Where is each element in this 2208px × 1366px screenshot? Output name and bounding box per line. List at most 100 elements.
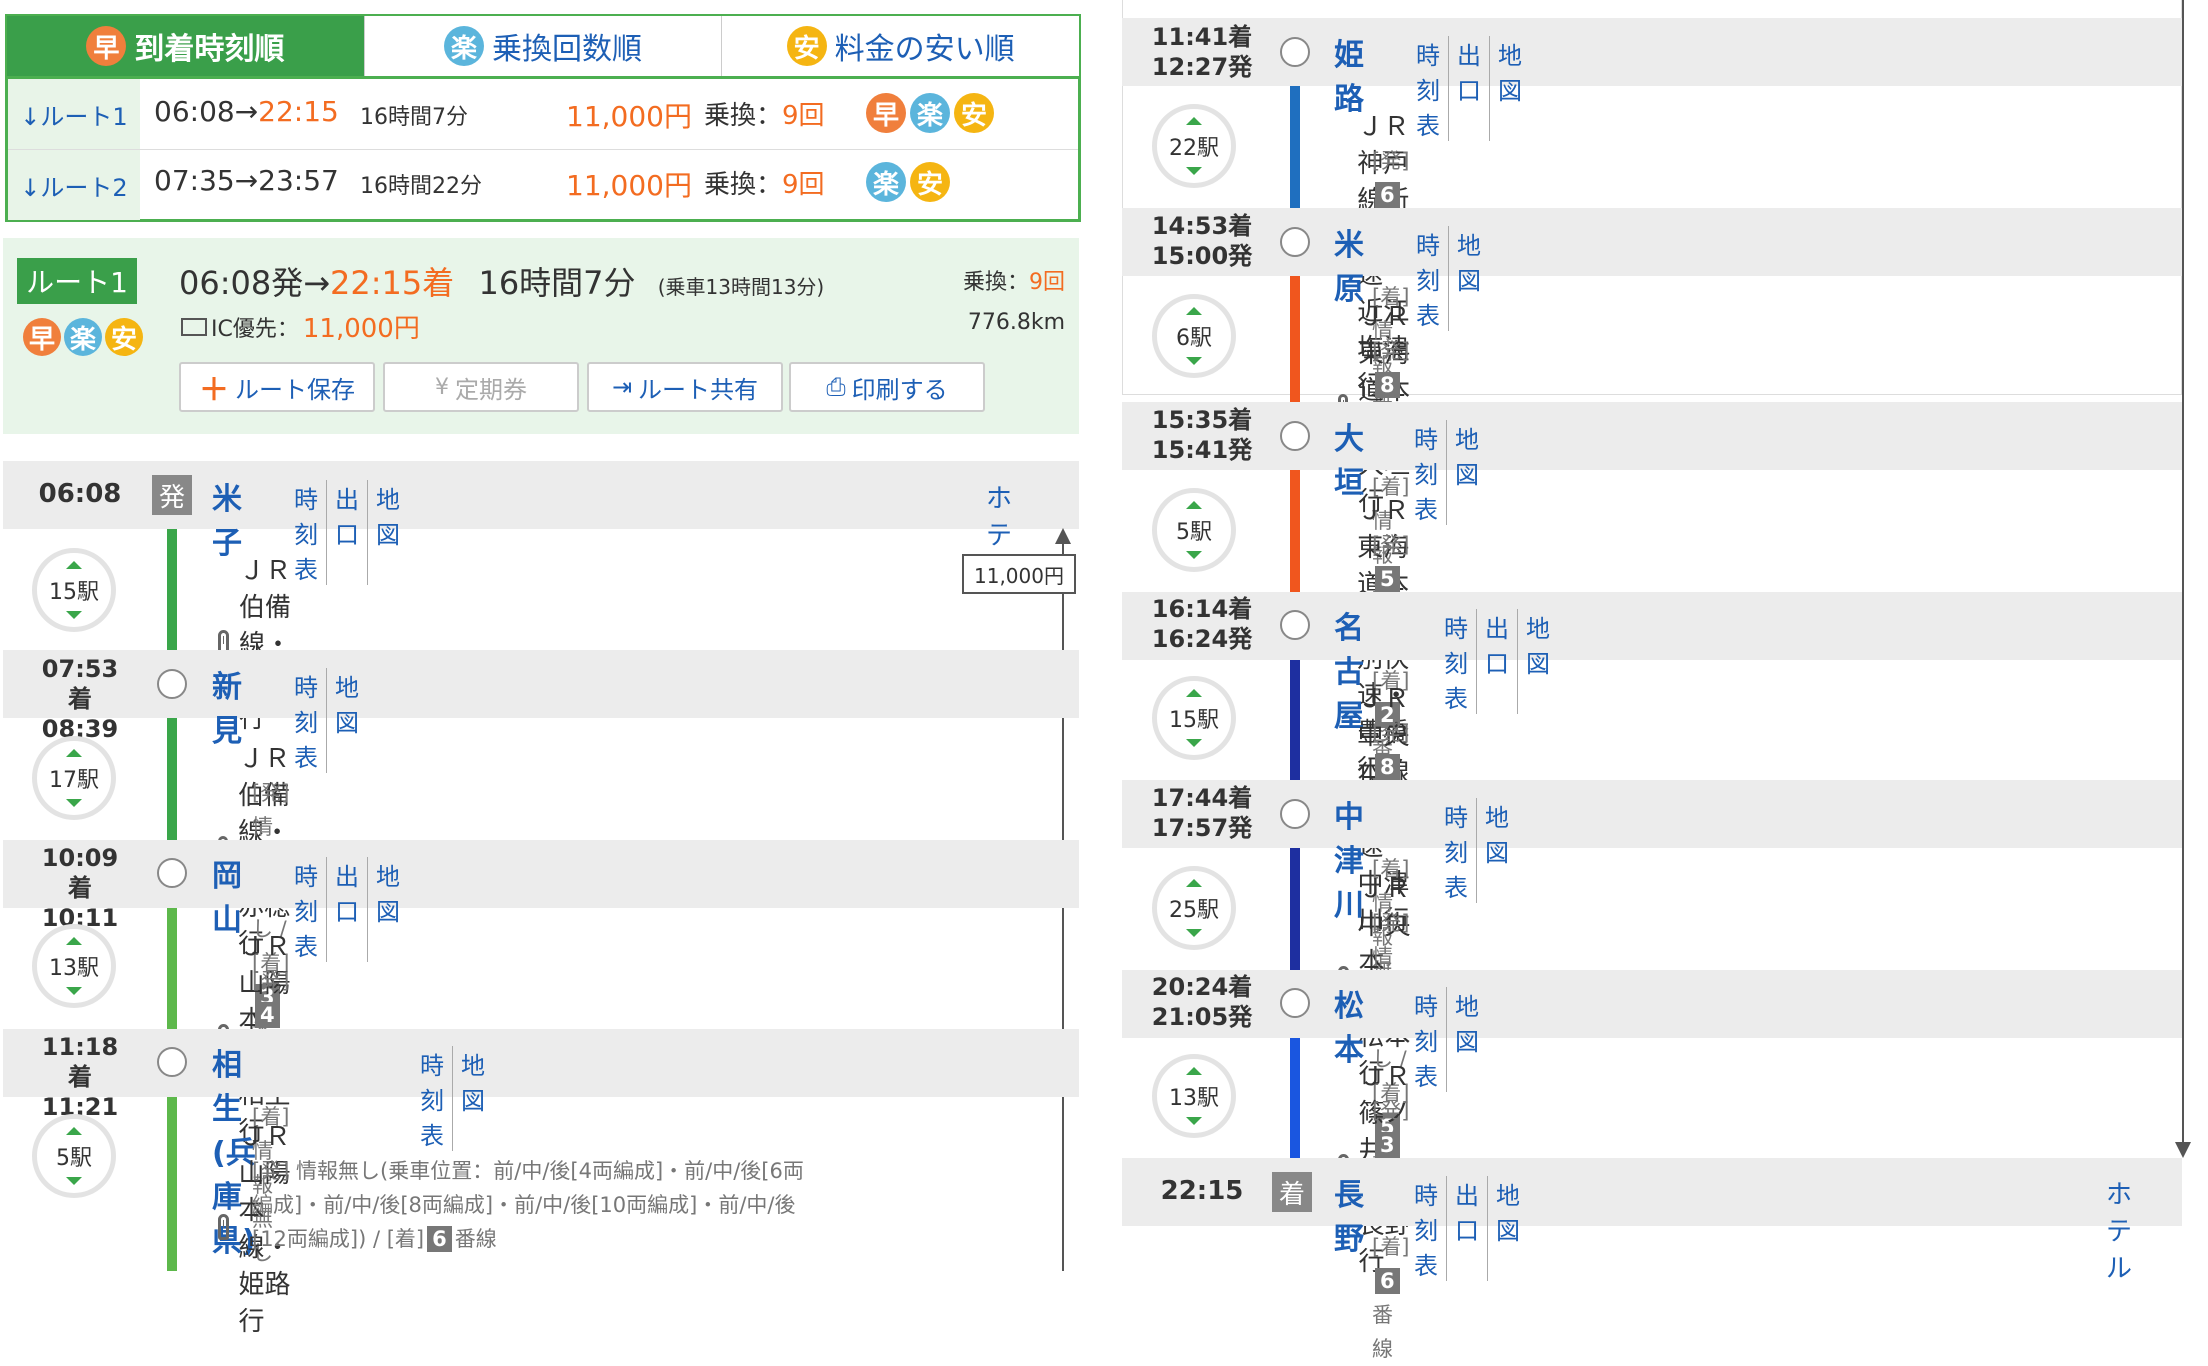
tab-arrival-order[interactable]: 早 到着時刻順 xyxy=(7,16,365,76)
platform-text: 番線 xyxy=(454,1227,497,1251)
summary-times: 06:08発→22:15着 16時間7分 (乗車13時間13分) xyxy=(179,258,824,304)
yasu-badge-icon: 安 xyxy=(786,26,827,66)
arr-time: 14:53着 xyxy=(1151,212,1253,240)
dep-time: 06:08 xyxy=(38,479,122,509)
map-link[interactable]: 地図 xyxy=(1446,420,1487,525)
timetable-link[interactable]: 時刻表 xyxy=(1414,1176,1446,1281)
station-node xyxy=(157,858,187,888)
map-link[interactable]: 地図 xyxy=(452,1046,493,1151)
summary-badges: 早 楽 安 xyxy=(23,318,143,356)
haya-badge-icon: 早 xyxy=(86,26,127,66)
station-count: 13駅 xyxy=(1152,1054,1236,1138)
tab-label: 到着時刻順 xyxy=(134,32,285,67)
timetable-link[interactable]: 時刻表 xyxy=(1444,609,1476,714)
tab-fare-order[interactable]: 安 料金の安い順 xyxy=(722,16,1080,76)
haya-badge-icon: 早 xyxy=(866,93,906,133)
station-node xyxy=(157,1047,187,1077)
station-links: 時刻表 地図 xyxy=(1414,987,1487,1092)
haya-badge-icon: 早 xyxy=(23,318,61,356)
print-button[interactable]: ⎙ 印刷する xyxy=(789,362,985,412)
distance: 776.8km xyxy=(967,310,1065,335)
raku-badge-icon: 楽 xyxy=(910,93,950,133)
hotel-link[interactable]: ホテル xyxy=(2106,1174,2132,1285)
platform-number: 4 xyxy=(255,1002,280,1028)
station-times: 14:53着 15:00発 xyxy=(1145,211,1259,271)
map-link[interactable]: 地図 xyxy=(1487,1176,1528,1281)
station-count: 6駅 xyxy=(1152,294,1236,378)
station-links: 時刻表 地図 xyxy=(1414,420,1487,525)
station-times: 17:44着 17:57発 xyxy=(1145,783,1259,843)
station-node xyxy=(157,669,187,699)
station-name[interactable]: 大垣 xyxy=(1334,414,1364,502)
route-link[interactable]: ↓ルート2 xyxy=(8,150,140,220)
platform-text: [発] xyxy=(1372,1099,1410,1123)
station-times: 11:41着 12:27発 xyxy=(1145,22,1259,82)
yasu-badge-icon: 安 xyxy=(954,93,994,133)
map-link[interactable]: 地図 xyxy=(1489,36,1530,141)
timetable-link[interactable]: 時刻表 xyxy=(1444,798,1476,903)
exit-link[interactable]: 出口 xyxy=(1476,609,1517,714)
duration: 16時間7分 xyxy=(360,105,468,130)
route-row-2[interactable]: ↓ルート2 07:35→23:57 16時間22分 11,000円 乗換：9回 … xyxy=(8,150,1078,220)
station-times: 16:14着 16:24発 xyxy=(1145,594,1259,654)
station-count: 25駅 xyxy=(1152,866,1236,950)
map-link[interactable]: 地図 xyxy=(1517,609,1558,714)
route-badges: 楽 安 xyxy=(866,162,950,202)
exit-link[interactable]: 出口 xyxy=(326,857,367,962)
save-route-button[interactable]: ＋ルート保存 xyxy=(179,362,375,412)
share-icon: ⇥ xyxy=(611,373,633,401)
ic-fare: IC優先： 11,000円 xyxy=(181,308,420,345)
fare-arrow-icon xyxy=(1055,528,1071,544)
platform-text: 番線 xyxy=(1372,1303,1393,1361)
share-route-button[interactable]: ⇥ ルート共有 xyxy=(587,362,783,412)
dep-time: 21:05発 xyxy=(1151,1003,1253,1031)
platform-number: 6 xyxy=(1375,1268,1400,1294)
station-node xyxy=(1280,799,1310,829)
station-count: 15駅 xyxy=(1152,676,1236,760)
tab-label: 料金の安い順 xyxy=(834,32,1015,67)
exit-link[interactable]: 出口 xyxy=(1448,36,1489,141)
transfers: 乗換：9回 xyxy=(704,164,825,201)
platform-number: 5 xyxy=(1375,566,1400,592)
station-name[interactable]: 長野 xyxy=(1334,1170,1364,1258)
map-link[interactable]: 地図 xyxy=(1448,226,1489,331)
arrow: → xyxy=(234,95,259,128)
arr-time: 15:35着 xyxy=(1151,406,1253,434)
map-link[interactable]: 地図 xyxy=(1446,987,1487,1092)
platform-number: 3 xyxy=(1375,1132,1400,1158)
station-name[interactable]: 新見 xyxy=(212,662,242,750)
station-count: 5駅 xyxy=(32,1114,116,1198)
depart-mark: 発 xyxy=(152,475,192,515)
raku-badge-icon: 楽 xyxy=(444,26,484,66)
station-links: 時刻表 出口 地図 xyxy=(1416,36,1530,141)
map-link[interactable]: 地図 xyxy=(326,668,367,773)
sort-tabs: 早 到着時刻順 楽 乗換回数順 安 料金の安い順 xyxy=(5,14,1081,76)
station-links: 時刻表 出口 地図 xyxy=(294,480,408,585)
arr-time: 23:57 xyxy=(258,164,339,197)
transfers: 乗換：9回 xyxy=(704,95,825,132)
exit-link[interactable]: 出口 xyxy=(1446,1176,1487,1281)
route-link[interactable]: ↓ルート1 xyxy=(8,79,140,149)
map-link[interactable]: 地図 xyxy=(367,857,408,962)
transfer-count: 9回 xyxy=(1029,270,1065,295)
platform-text: [発] xyxy=(1372,149,1410,173)
station-name[interactable]: 姫路 xyxy=(1334,30,1364,118)
station-name[interactable]: 米子 xyxy=(212,474,242,562)
station-count: 5駅 xyxy=(1152,488,1236,572)
exit-link[interactable]: 出口 xyxy=(326,480,367,585)
arr-time: 17:44着 xyxy=(1151,784,1253,812)
dep-time: 07:35 xyxy=(154,164,235,197)
arrive-mark: 着 xyxy=(1272,1172,1312,1212)
tab-transfer-order[interactable]: 楽 乗換回数順 xyxy=(364,16,723,76)
map-link[interactable]: 地図 xyxy=(367,480,408,585)
station-node xyxy=(1280,421,1310,451)
ride-time: (乗車13時間13分) xyxy=(657,275,825,299)
map-link[interactable]: 地図 xyxy=(1476,798,1517,903)
duration: 16時間22分 xyxy=(360,174,482,199)
commuter-pass-button: ¥ 定期券 xyxy=(383,362,579,412)
timetable-link[interactable]: 時刻表 xyxy=(420,1046,452,1151)
arrow: → xyxy=(234,164,259,197)
dep-time: 12:27発 xyxy=(1151,53,1253,81)
route-row-1[interactable]: ↓ルート1 06:08→22:15 16時間7分 11,000円 乗換：9回 早… xyxy=(8,79,1078,150)
station-name[interactable]: 米原 xyxy=(1334,220,1364,308)
